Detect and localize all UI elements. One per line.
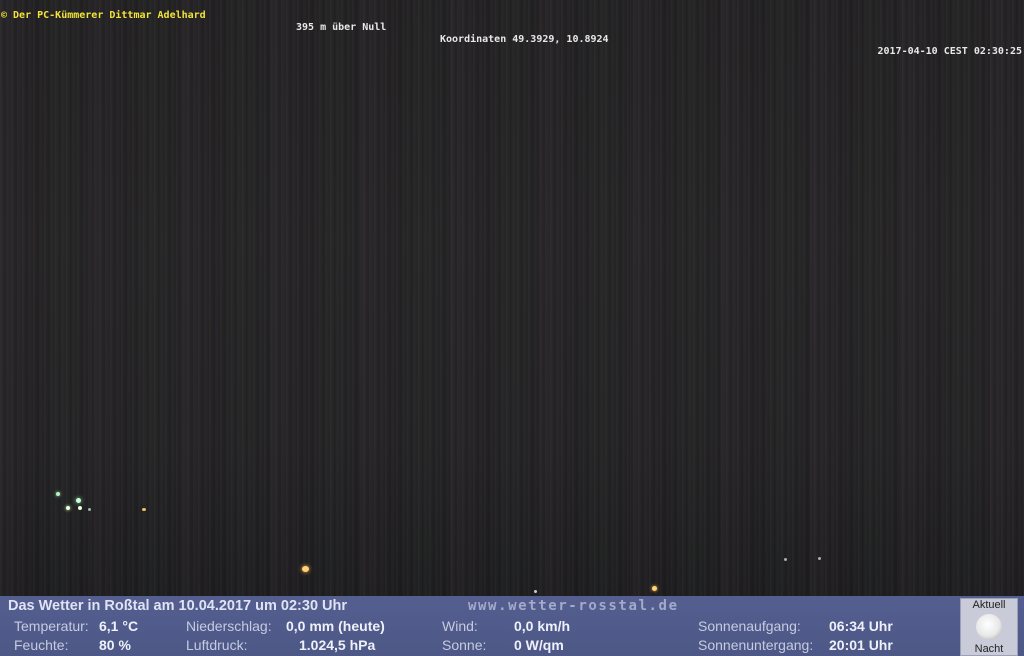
copyright-text: © Der PC-Kümmerer Dittmar Adelhard [1,10,206,21]
sunset-label: Sonnenuntergang: [698,637,814,653]
humidity-value: 80 % [99,637,131,653]
sunrise-label: Sonnenaufgang: [698,618,801,634]
precipitation-label: Niederschlag: [186,618,272,634]
sunset-value: 20:01 Uhr [829,637,893,653]
precipitation-value: 0,0 mm (heute) [286,618,385,634]
moon-bottom-label: Nacht [974,643,1004,655]
wind-value: 0,0 km/h [514,618,571,634]
moon-phase-box: Aktuell Nacht [960,598,1018,656]
humidity-label: Feuchte: [14,637,69,653]
light-point [56,492,60,496]
timestamp-text: 2017-04-10 CEST 02:30:25 [877,46,1023,57]
temperature-label: Temperatur: [14,618,89,634]
light-point [784,558,787,561]
pressure-value: 1.024,5 hPa [299,637,376,653]
wind-label: Wind: [442,618,478,634]
weather-panel: Das Wetter in Roßtal am 10.04.2017 um 02… [0,596,1024,656]
light-point [302,566,309,572]
weather-title: Das Wetter in Roßtal am 10.04.2017 um 02… [8,598,348,614]
coordinates-text: Koordinaten 49.3929, 10.8924 [440,34,609,45]
moon-top-label: Aktuell [972,599,1006,611]
webcam-image: © Der PC-Kümmerer Dittmar Adelhard 395 m… [0,0,1024,596]
sun-label: Sonne: [442,637,487,653]
altitude-text: 395 m über Null [296,22,387,33]
temperature-value: 6,1 °C [99,618,139,634]
light-point [818,557,821,560]
sun-value: 0 W/qm [514,637,564,653]
light-point [88,508,91,511]
light-point [534,590,537,593]
light-point [76,498,81,503]
overlay-info-bar: © Der PC-Kümmerer Dittmar Adelhard 395 m… [0,0,1024,57]
light-point [652,586,657,591]
website-link[interactable]: www.wetter-rosstal.de [468,598,679,614]
light-point [142,508,146,511]
pressure-label: Luftdruck: [186,637,248,653]
light-point [78,506,82,510]
full-moon-icon [976,614,1002,640]
light-point [66,506,70,510]
sunrise-value: 06:34 Uhr [829,618,893,634]
